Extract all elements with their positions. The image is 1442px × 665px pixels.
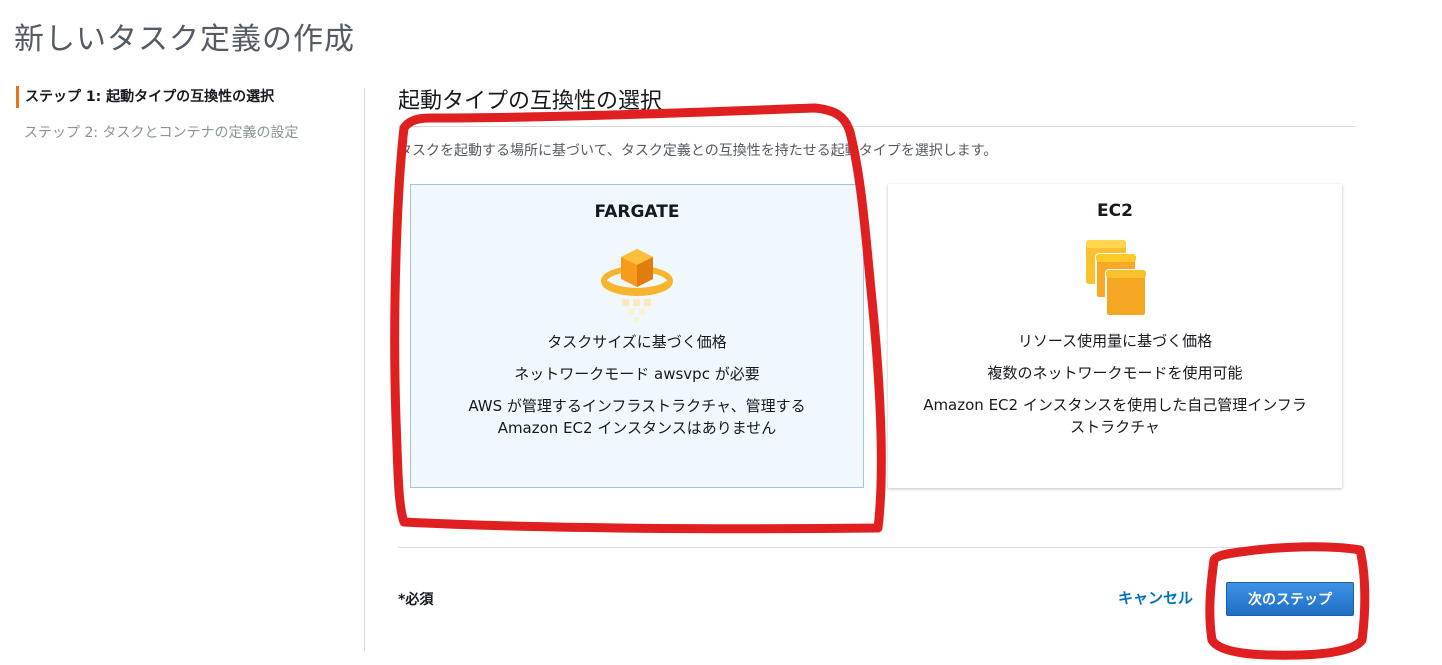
section-description: タスクを起動する場所に基づいて、タスク定義との互換性を持たせる起動タイプを選択し… (398, 143, 998, 159)
ec2-infra-text: Amazon EC2 インスタンスを使用した自己管理インフラストラクチャ (923, 396, 1307, 436)
section-title: 起動タイプの互換性の選択 (398, 89, 663, 114)
step-1-launch-type[interactable]: ステップ 1: 起動タイプの互換性の選択 (16, 86, 346, 108)
vertical-divider (364, 88, 365, 651)
card-title-ec2: EC2 (1097, 201, 1133, 221)
wizard-steps: ステップ 1: 起動タイプの互換性の選択 ステップ 2: タスクとコンテナの定義… (16, 86, 346, 158)
cancel-button[interactable]: キャンセル (1118, 587, 1193, 608)
fargate-cube-icon (601, 249, 673, 322)
page-title: 新しいタスク定義の作成 (14, 22, 355, 57)
fargate-network-text: ネットワークモード awsvpc が必要 (514, 365, 760, 383)
launch-type-card-ec2[interactable]: EC2 リソース使用量に基づく価格 複数のネットワークモードを使用可能 Amaz… (888, 184, 1342, 488)
footer-divider (398, 547, 1355, 548)
ec2-network-text: 複数のネットワークモードを使用可能 (987, 364, 1243, 382)
next-step-button[interactable]: 次のステップ (1226, 582, 1354, 616)
fargate-infra-text: AWS が管理するインフラストラクチャ、管理する Amazon EC2 インスタ… (468, 397, 806, 437)
step-2-task-container: ステップ 2: タスクとコンテナの定義の設定 (24, 125, 299, 141)
required-note: *必須 (398, 592, 434, 608)
launch-type-card-fargate[interactable]: FARGATE タスクサイズに基づく価格 ネットワークモード awsvpc が必… (410, 184, 864, 488)
main-content: 起動タイプの互換性の選択 タスクを起動する場所に基づいて、タスク定義との互換性を… (398, 84, 1355, 488)
fargate-pricing-text: タスクサイズに基づく価格 (547, 333, 727, 351)
ec2-pricing-text: リソース使用量に基づく価格 (1017, 332, 1213, 350)
section-divider (398, 126, 1355, 127)
ec2-instances-icon (1086, 240, 1147, 317)
card-title-fargate: FARGATE (594, 202, 680, 222)
